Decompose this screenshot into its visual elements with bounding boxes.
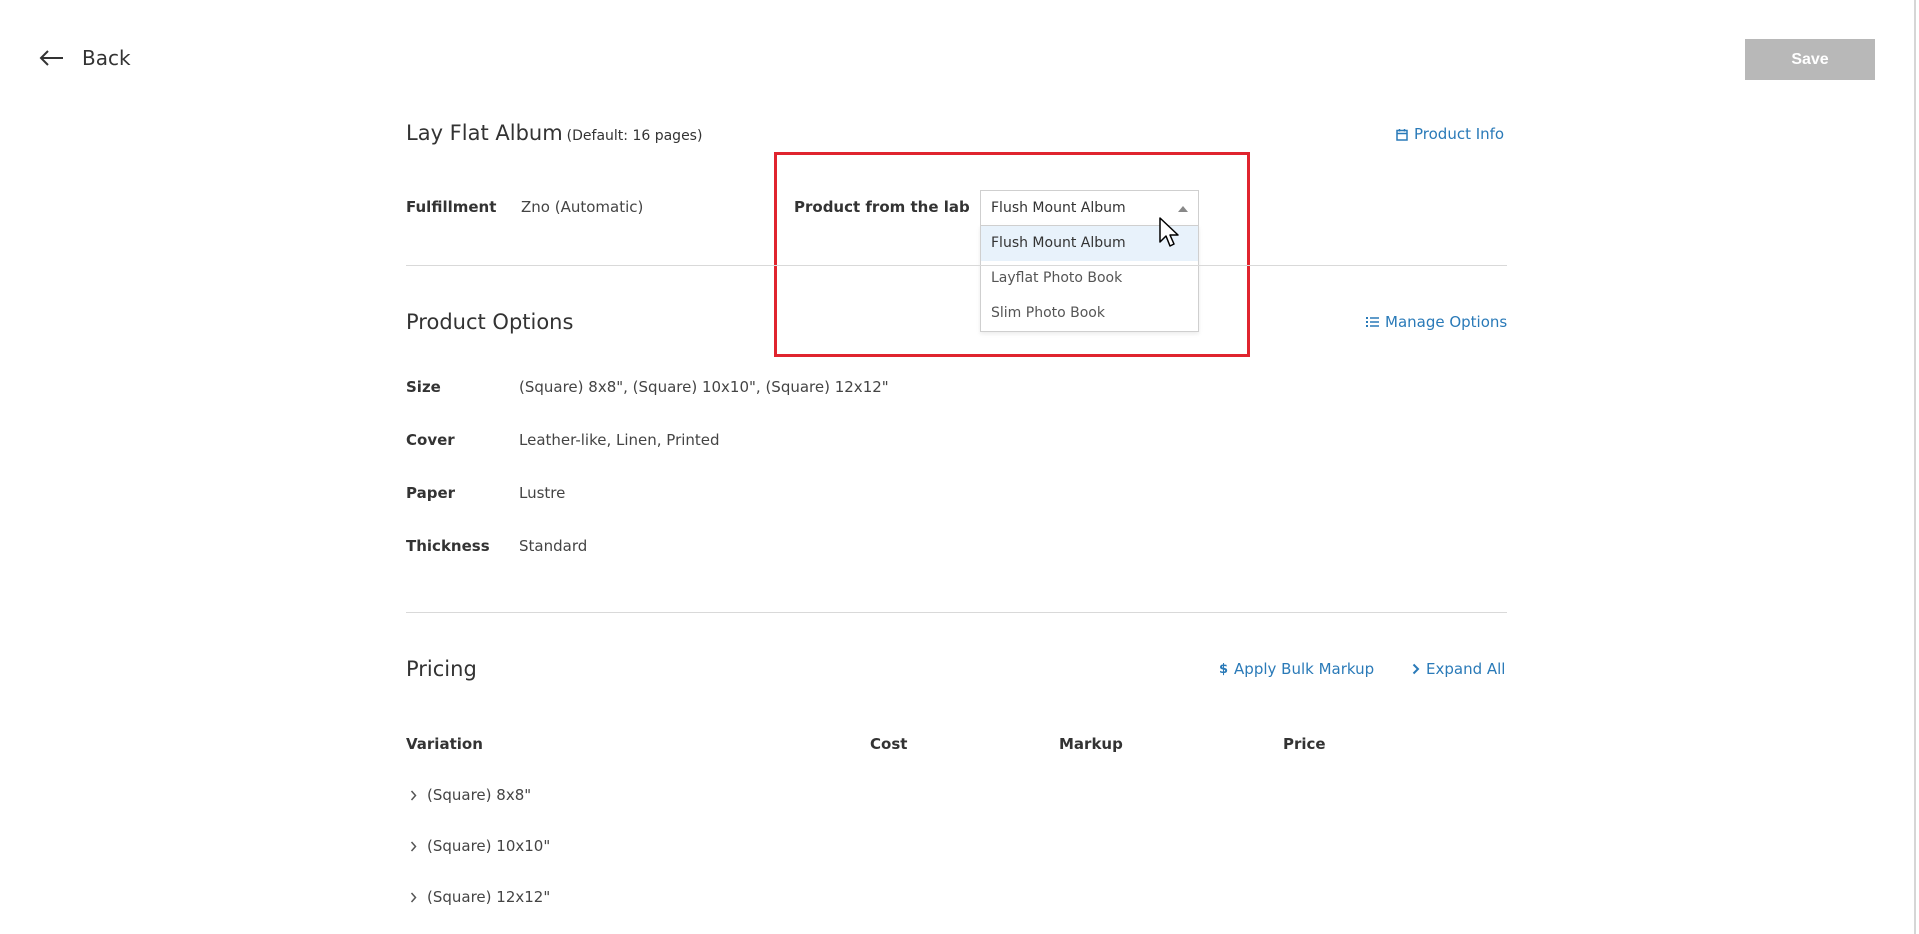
- apply-bulk-markup-link[interactable]: $ Apply Bulk Markup: [1219, 660, 1374, 678]
- option-value-size: (Square) 8x8", (Square) 10x10", (Square)…: [519, 378, 889, 396]
- chevron-right-icon: [410, 790, 417, 800]
- page-title: Lay Flat Album (Default: 16 pages): [406, 121, 702, 145]
- option-value-thickness: Standard: [519, 537, 588, 555]
- variation-label: (Square) 10x10": [427, 837, 551, 855]
- option-label-size: Size: [406, 378, 441, 396]
- product-options-title: Product Options: [406, 310, 574, 334]
- arrow-left-icon: [39, 50, 63, 66]
- chevron-right-icon: [410, 841, 417, 851]
- column-header-price: Price: [1283, 735, 1326, 753]
- column-header-variation: Variation: [406, 735, 483, 753]
- scrollbar[interactable]: [1914, 0, 1916, 934]
- highlight-box: [774, 152, 1250, 357]
- column-header-cost: Cost: [870, 735, 908, 753]
- table-row[interactable]: (Square) 8x8": [410, 786, 531, 804]
- save-button[interactable]: Save: [1745, 39, 1875, 80]
- list-icon: [1366, 317, 1379, 327]
- variation-label: (Square) 12x12": [427, 888, 551, 906]
- mouse-cursor-icon: [1159, 217, 1179, 247]
- chevron-right-icon: [1412, 663, 1420, 675]
- option-label-cover: Cover: [406, 431, 455, 449]
- fulfillment-value: Zno (Automatic): [521, 198, 644, 216]
- back-label: Back: [82, 46, 131, 70]
- apply-bulk-markup-label: Apply Bulk Markup: [1234, 660, 1375, 678]
- manage-options-link[interactable]: Manage Options: [1366, 313, 1507, 331]
- divider: [406, 265, 1507, 266]
- fulfillment-label: Fulfillment: [406, 198, 497, 216]
- dollar-icon: $: [1219, 661, 1229, 677]
- manage-options-label: Manage Options: [1385, 313, 1508, 331]
- product-title: Lay Flat Album: [406, 121, 563, 145]
- divider: [406, 612, 1507, 613]
- table-row[interactable]: (Square) 12x12": [410, 888, 550, 906]
- expand-all-link[interactable]: Expand All: [1412, 660, 1505, 678]
- variation-label: (Square) 8x8": [427, 786, 532, 804]
- default-pages-note: (Default: 16 pages): [566, 128, 703, 144]
- table-row[interactable]: (Square) 10x10": [410, 837, 550, 855]
- back-button[interactable]: Back: [38, 46, 131, 70]
- option-label-thickness: Thickness: [406, 537, 490, 555]
- option-value-paper: Lustre: [519, 484, 566, 502]
- product-info-link[interactable]: Product Info: [1396, 125, 1504, 143]
- expand-all-label: Expand All: [1426, 660, 1506, 678]
- calendar-icon: [1396, 128, 1408, 141]
- column-header-markup: Markup: [1059, 735, 1123, 753]
- pricing-title: Pricing: [406, 657, 477, 681]
- product-info-label: Product Info: [1414, 125, 1505, 143]
- option-value-cover: Leather-like, Linen, Printed: [519, 431, 720, 449]
- option-label-paper: Paper: [406, 484, 456, 502]
- chevron-right-icon: [410, 892, 417, 902]
